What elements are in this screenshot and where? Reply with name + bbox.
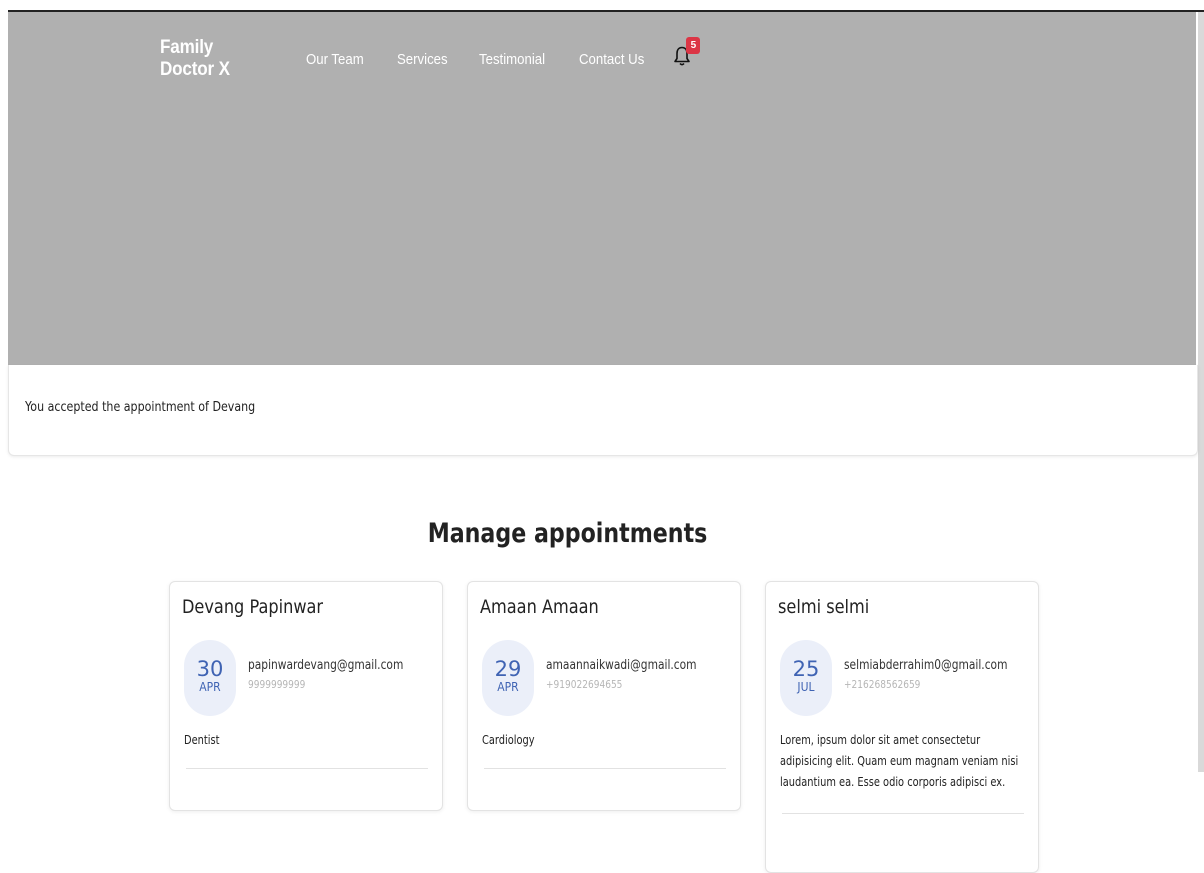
patient-name: Amaan Amaan <box>480 596 599 618</box>
appointment-card: Devang Papinwar 30 APR papinwardevang@gm… <box>169 581 443 811</box>
appointment-description: Dentist <box>184 733 220 747</box>
date-day: 29 <box>494 657 522 681</box>
section-title: Manage appointments <box>428 518 708 549</box>
alert-message: You accepted the appointment of Devang <box>25 399 256 415</box>
patient-name: selmi selmi <box>778 596 870 618</box>
appointment-card: Amaan Amaan 29 APR amaannaikwadi@gmail.c… <box>467 581 741 811</box>
appointment-card: selmi selmi 25 JUL selmiabderrahim0@gmai… <box>765 581 1039 873</box>
success-alert: You accepted the appointment of Devang <box>8 365 1198 456</box>
date-day: 30 <box>196 657 224 681</box>
date-month: JUL <box>797 680 815 694</box>
card-divider <box>782 813 1024 814</box>
date-badge: 25 JUL <box>780 640 832 716</box>
notification-badge: 5 <box>686 37 701 54</box>
patient-email: papinwardevang@gmail.com <box>248 658 404 673</box>
date-month: APR <box>199 680 221 694</box>
patient-phone: +216268562659 <box>844 678 921 691</box>
nav-link-testimonial[interactable]: Testimonial <box>479 51 545 68</box>
date-month: APR <box>497 680 519 694</box>
nav-link-services[interactable]: Services <box>397 51 448 68</box>
card-divider <box>186 768 428 769</box>
navbar: Family Doctor X Our Team Services Testim… <box>160 37 701 80</box>
card-divider <box>484 768 726 769</box>
date-day: 25 <box>792 657 820 681</box>
patient-email: selmiabderrahim0@gmail.com <box>844 658 1008 673</box>
date-badge: 29 APR <box>482 640 534 716</box>
patient-name: Devang Papinwar <box>182 596 324 618</box>
appointment-description: Cardiology <box>482 733 535 747</box>
patient-phone: 9999999999 <box>248 678 306 691</box>
brand-link[interactable]: Family Doctor X <box>160 37 266 81</box>
page-scrollbar[interactable] <box>1198 12 1204 772</box>
nav-link-our-team[interactable]: Our Team <box>306 51 364 68</box>
nav-link-contact-us[interactable]: Contact Us <box>579 51 644 68</box>
patient-email: amaannaikwadi@gmail.com <box>546 658 697 673</box>
appointment-description: Lorem, ipsum dolor sit amet consectetur … <box>780 733 1019 789</box>
date-badge: 30 APR <box>184 640 236 716</box>
notification-button[interactable]: 5 <box>672 37 701 69</box>
patient-phone: +919022694655 <box>546 678 623 691</box>
